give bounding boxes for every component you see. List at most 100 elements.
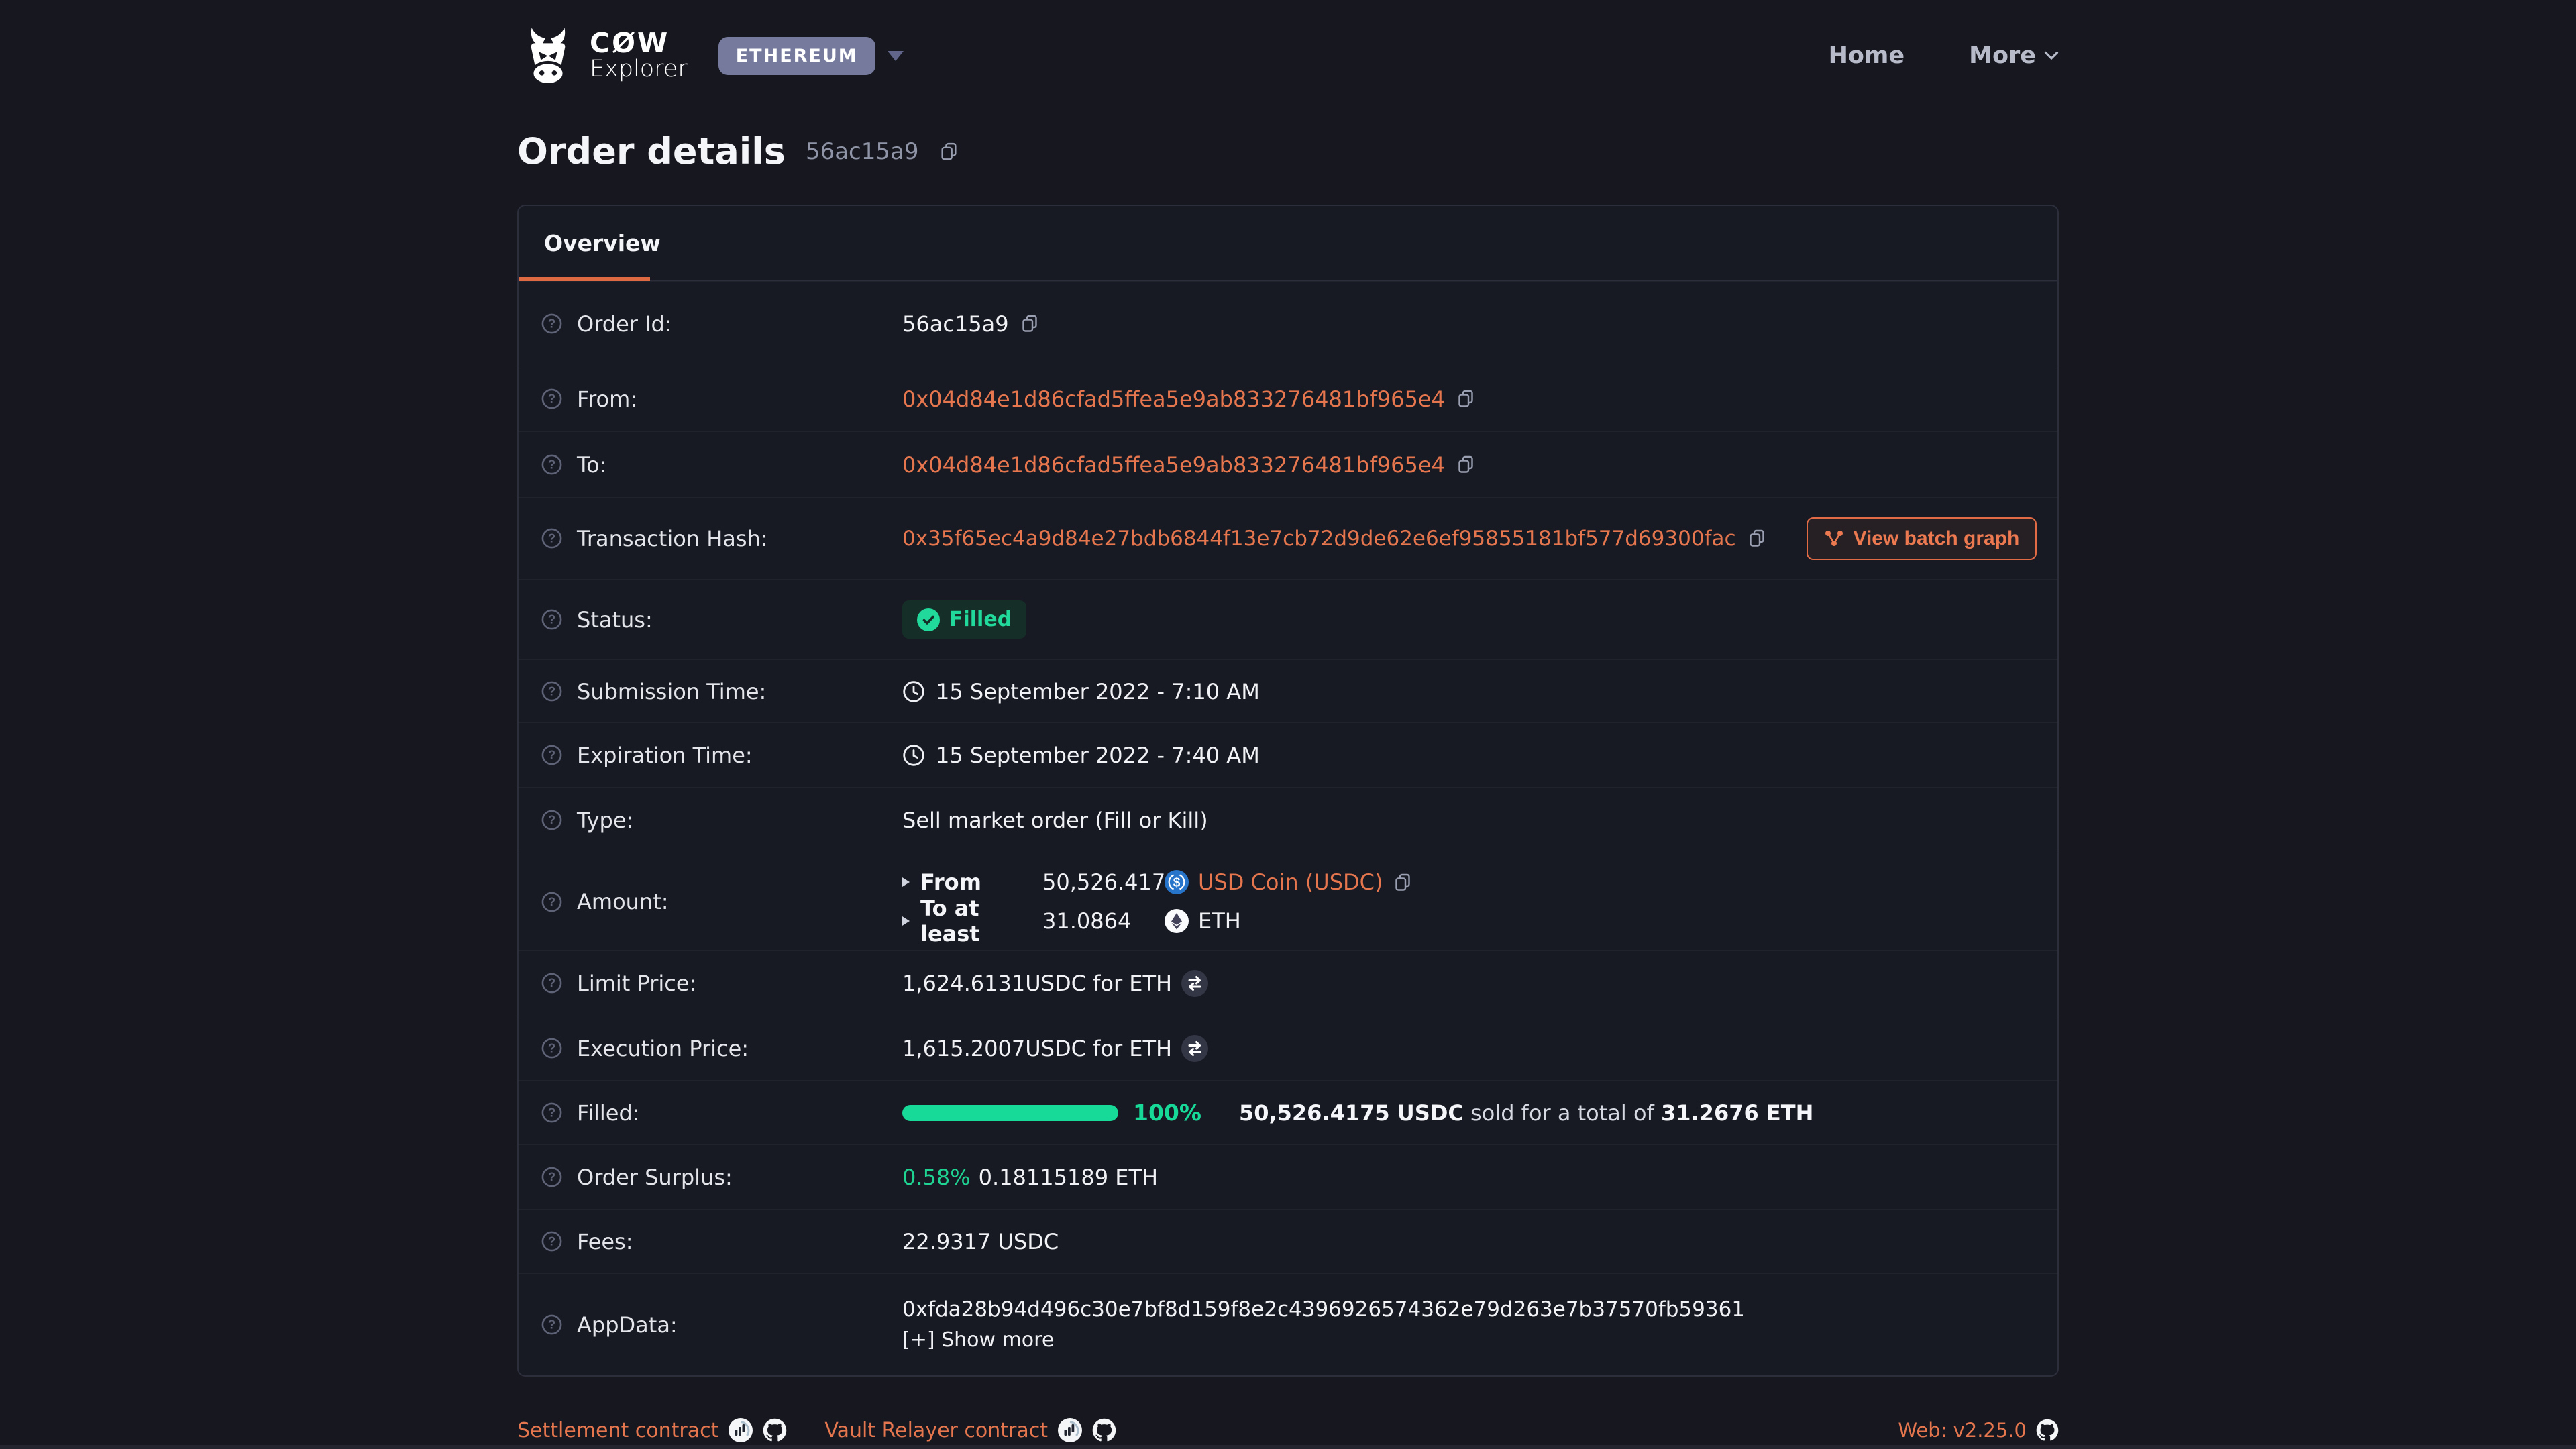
swap-arrows-icon[interactable] [1181,1035,1208,1062]
copy-icon[interactable] [1456,454,1477,475]
github-icon[interactable] [2036,1419,2059,1442]
copy-icon[interactable] [1456,388,1477,409]
bottom-edge-strip [0,1445,2576,1449]
triangle-right-icon [902,916,910,926]
svg-text:?: ? [548,1106,555,1120]
tx-hash-link[interactable]: 0x35f65ec4a9d84e27bdb6844f13e7cb72d9de62… [902,527,1736,551]
row-status: ? Status: Filled [519,579,2057,659]
page-title: Order details [517,130,786,172]
row-label: Order Surplus: [577,1165,733,1190]
view-batch-graph-label: View batch graph [1854,527,2020,550]
submission-time-value: 15 September 2022 - 7:10 AM [936,679,1260,704]
row-label: Execution Price: [577,1036,749,1061]
vault-relayer-contract-group: Vault Relayer contract [824,1418,1116,1442]
vault-relayer-contract-link[interactable]: Vault Relayer contract [824,1419,1048,1442]
github-icon[interactable] [763,1418,787,1442]
help-circle-icon[interactable]: ? [541,1167,562,1187]
row-filled: ? Filled: 100% 50,526.4175 USDC sold for… [519,1080,2057,1144]
show-more-toggle[interactable]: [+] Show more [902,1328,1054,1352]
from-address-link[interactable]: 0x04d84e1d86cfad5ffea5e9ab833276481bf965… [902,386,1445,412]
row-label: Status: [577,607,653,633]
row-label: Limit Price: [577,971,696,996]
help-circle-icon[interactable]: ? [541,973,562,994]
amount-to-label: To at least [920,896,1042,947]
row-label: Fees: [577,1229,633,1254]
svg-text:?: ? [548,612,555,627]
nav-item-home[interactable]: Home [1829,42,1905,69]
svg-text:?: ? [548,813,555,827]
app-data-hash: 0xfda28b94d496c30e7bf8d159f8e2c439692657… [902,1297,1745,1322]
row-amount: ? Amount: From 50,526.4175 $ [519,853,2057,950]
help-circle-icon[interactable]: ? [541,892,562,912]
network-badge[interactable]: ETHEREUM [718,37,875,75]
status-badge: Filled [902,600,1026,639]
help-circle-icon[interactable]: ? [541,1314,562,1335]
eth-token-icon [1165,909,1189,933]
copy-icon[interactable] [938,141,960,162]
web-version-group: Web: v2.25.0 [1898,1419,2059,1442]
help-circle-icon[interactable]: ? [541,454,562,475]
cow-explorer-logo[interactable]: CØW Explorer [517,25,688,87]
svg-text:?: ? [548,976,555,990]
chevron-down-icon[interactable] [888,51,904,61]
help-circle-icon[interactable]: ? [541,313,562,334]
brand-name: CØW [590,30,688,57]
help-circle-icon[interactable]: ? [541,528,562,549]
triangle-right-icon [902,877,910,887]
amount-from-value: 50,526.4175 [1042,869,1162,895]
help-circle-icon[interactable]: ? [541,1231,562,1252]
row-label: AppData: [577,1312,678,1338]
status-value: Filled [949,608,1012,631]
execution-price-unit: USDC for ETH [1025,1036,1172,1061]
tab-bar: Overview [519,206,2057,281]
filled-summary-middle: sold for a total of [1470,1100,1654,1126]
active-tab-underline [519,277,650,281]
row-fees: ? Fees: 22.9317 USDC [519,1209,2057,1273]
nav-item-more[interactable]: More [1969,42,2059,69]
row-execution-price: ? Execution Price: 1,615.2007USDC for ET… [519,1016,2057,1080]
web-version-label[interactable]: Web: v2.25.0 [1898,1419,2027,1442]
view-batch-graph-button[interactable]: View batch graph [1807,517,2037,560]
network-selector[interactable]: ETHEREUM [718,37,904,75]
clock-icon [902,680,925,703]
amount-from-token-link[interactable]: USD Coin (USDC) [1198,869,1383,895]
row-label: Order Id: [577,311,672,337]
svg-text:?: ? [548,1234,555,1248]
etherscan-icon[interactable] [1058,1418,1082,1442]
help-circle-icon[interactable]: ? [541,609,562,630]
copy-icon[interactable] [1020,313,1040,334]
row-limit-price: ? Limit Price: 1,624.6131USDC for ETH [519,950,2057,1016]
svg-text:?: ? [548,748,555,762]
amount-to-line: To at least 31.0864 ETH [902,902,1241,941]
svg-text:?: ? [548,317,555,331]
help-circle-icon[interactable]: ? [541,745,562,765]
help-circle-icon[interactable]: ? [541,1102,562,1123]
settlement-contract-link[interactable]: Settlement contract [517,1419,718,1442]
filled-sold-amount: 50,526.4175 USDC [1239,1100,1464,1126]
svg-text:?: ? [548,894,555,908]
row-label: Transaction Hash: [577,526,768,551]
swap-arrows-icon[interactable] [1181,970,1208,997]
github-icon[interactable] [1092,1418,1116,1442]
copy-icon[interactable] [1747,528,1768,549]
etherscan-icon[interactable] [729,1418,753,1442]
to-address-link[interactable]: 0x04d84e1d86cfad5ffea5e9ab833276481bf965… [902,452,1445,478]
help-circle-icon[interactable]: ? [541,681,562,702]
filled-percent: 100% [1133,1099,1201,1126]
execution-price-value: 1,615.2007 [902,1036,1025,1061]
row-order-surplus: ? Order Surplus: 0.58% 0.18115189 ETH [519,1144,2057,1209]
svg-text:?: ? [548,1041,555,1055]
amount-from-label: From [920,869,1042,895]
help-circle-icon[interactable]: ? [541,388,562,409]
cow-logo-icon [517,25,579,87]
copy-icon[interactable] [1393,872,1413,893]
row-order-id: ? Order Id: 56ac15a9 [519,281,2057,366]
footer: Settlement contract Vault Relayer contra… [517,1418,2059,1442]
row-label: Expiration Time: [577,743,753,768]
row-transaction-hash: ? Transaction Hash: 0x35f65ec4a9d84e27bd… [519,497,2057,579]
usdc-token-icon: $ [1165,870,1189,894]
help-circle-icon[interactable]: ? [541,810,562,830]
help-circle-icon[interactable]: ? [541,1038,562,1059]
surplus-percent: 0.58% [902,1165,971,1190]
tab-overview[interactable]: Overview [544,230,661,256]
